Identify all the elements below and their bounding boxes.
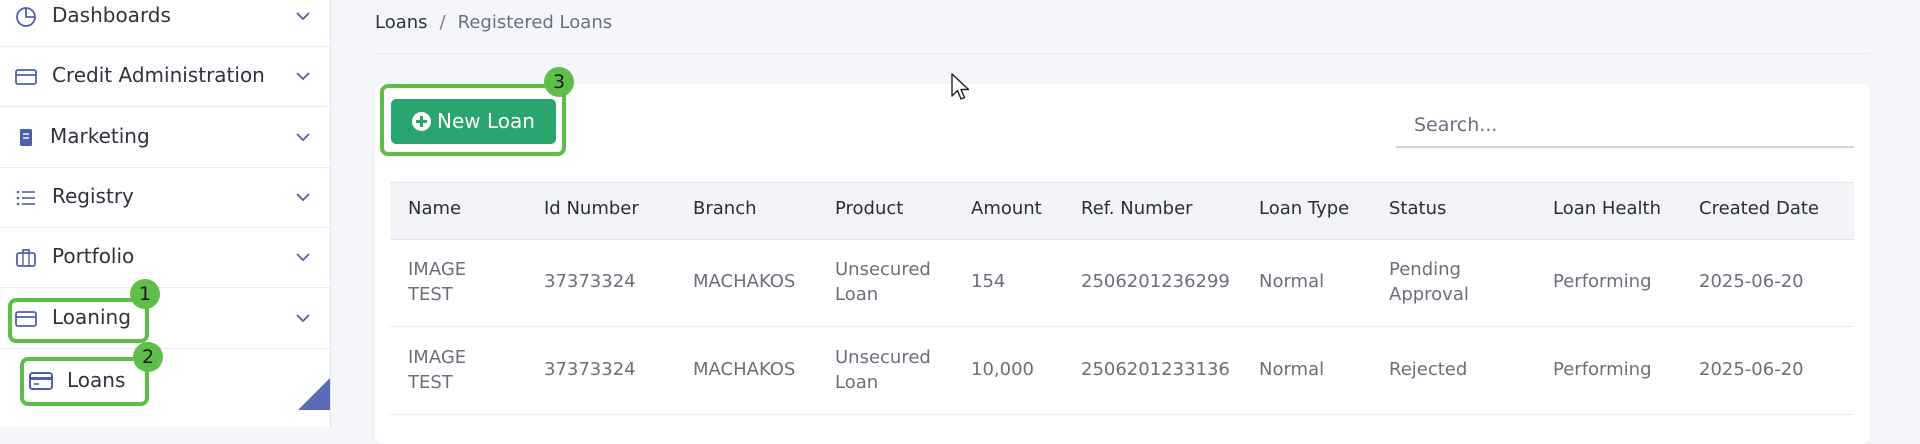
sidebar-item-label: Marketing xyxy=(50,124,150,148)
list-icon xyxy=(16,190,35,206)
col-header-ref-number[interactable]: Ref. Number xyxy=(1081,198,1193,219)
col-header-name[interactable]: Name xyxy=(408,198,461,219)
table-row[interactable]: IMAGE TEST 37373324 MACHAKOS Unsecured Loa… xyxy=(390,326,1854,415)
cell-name: IMAGE TEST xyxy=(408,259,467,305)
highlight-box-3 xyxy=(380,84,566,156)
highlight-box-2 xyxy=(20,357,149,406)
cell-ref-number: 2506201233136 xyxy=(1081,359,1230,380)
sidebar-item-registry[interactable]: Registry xyxy=(0,168,330,228)
cell-product: Unsecured Loan xyxy=(835,347,931,393)
highlight-badge-3: 3 xyxy=(544,67,574,97)
table-row[interactable]: IMAGE TEST 37373324 MACHAKOS Unsecured Loa… xyxy=(390,238,1854,327)
cell-status: Pending Approval xyxy=(1389,259,1469,305)
cell-loan-type: Normal xyxy=(1259,359,1325,380)
cell-branch: MACHAKOS xyxy=(693,359,796,380)
sidebar-item-portfolio[interactable]: Portfolio xyxy=(0,228,330,288)
col-header-created-date[interactable]: Created Date xyxy=(1699,198,1819,219)
cell-id-number: 37373324 xyxy=(544,271,636,292)
header-divider xyxy=(375,53,1870,54)
cell-created-date: 2025-06-20 xyxy=(1699,271,1804,292)
breadcrumb-separator: / xyxy=(439,12,446,33)
cell-product: Unsecured Loan xyxy=(835,259,931,305)
col-header-branch[interactable]: Branch xyxy=(693,198,757,219)
mouse-cursor-icon xyxy=(951,73,970,100)
breadcrumb-current: Registered Loans xyxy=(457,12,613,33)
cell-loan-health: Performing xyxy=(1553,359,1652,380)
sidebar-item-label: Registry xyxy=(52,184,134,208)
pie-chart-icon xyxy=(16,7,36,27)
cell-name: IMAGE TEST xyxy=(408,347,467,393)
highlight-box-1 xyxy=(8,298,149,343)
chevron-down-icon xyxy=(296,314,310,323)
cell-amount: 154 xyxy=(971,271,1006,292)
cell-loan-health: Performing xyxy=(1553,271,1652,292)
col-header-loan-health[interactable]: Loan Health xyxy=(1553,198,1661,219)
cell-id-number: 37373324 xyxy=(544,359,636,380)
highlight-badge-1: 1 xyxy=(130,279,160,309)
cell-ref-number: 2506201236299 xyxy=(1081,271,1230,292)
chevron-down-icon xyxy=(296,133,310,142)
cell-created-date: 2025-06-20 xyxy=(1699,359,1804,380)
highlight-badge-2: 2 xyxy=(133,342,163,372)
search-input[interactable] xyxy=(1396,104,1854,148)
chevron-down-icon xyxy=(296,253,310,262)
col-header-loan-type[interactable]: Loan Type xyxy=(1259,198,1349,219)
credit-card-icon xyxy=(15,69,37,85)
cell-status: Rejected xyxy=(1389,359,1468,380)
chevron-down-icon xyxy=(296,193,310,202)
breadcrumb: Loans / Registered Loans xyxy=(375,12,612,33)
col-header-amount[interactable]: Amount xyxy=(971,198,1042,219)
col-header-status[interactable]: Status xyxy=(1389,198,1446,219)
cell-branch: MACHAKOS xyxy=(693,271,796,292)
col-header-id-number[interactable]: Id Number xyxy=(544,198,639,219)
sidebar-item-label: Credit Administration xyxy=(52,63,265,87)
cell-amount: 10,000 xyxy=(971,359,1034,380)
breadcrumb-root-link[interactable]: Loans xyxy=(375,12,428,33)
sidebar-item-label: Dashboards xyxy=(52,3,171,27)
cell-loan-type: Normal xyxy=(1259,271,1325,292)
col-header-product[interactable]: Product xyxy=(835,198,903,219)
sidebar-item-dashboards[interactable]: Dashboards xyxy=(0,0,330,47)
collapse-corner-handle[interactable] xyxy=(298,378,330,410)
briefcase-icon xyxy=(16,249,36,267)
sidebar-item-label: Portfolio xyxy=(52,244,135,268)
table-header: Name Id Number Branch Product Amount Ref… xyxy=(390,182,1854,240)
sidebar-item-marketing[interactable]: Marketing xyxy=(0,108,330,168)
sidebar-item-credit-administration[interactable]: Credit Administration xyxy=(0,47,330,107)
document-icon xyxy=(20,129,32,146)
chevron-down-icon xyxy=(296,12,310,21)
chevron-down-icon xyxy=(296,72,310,81)
